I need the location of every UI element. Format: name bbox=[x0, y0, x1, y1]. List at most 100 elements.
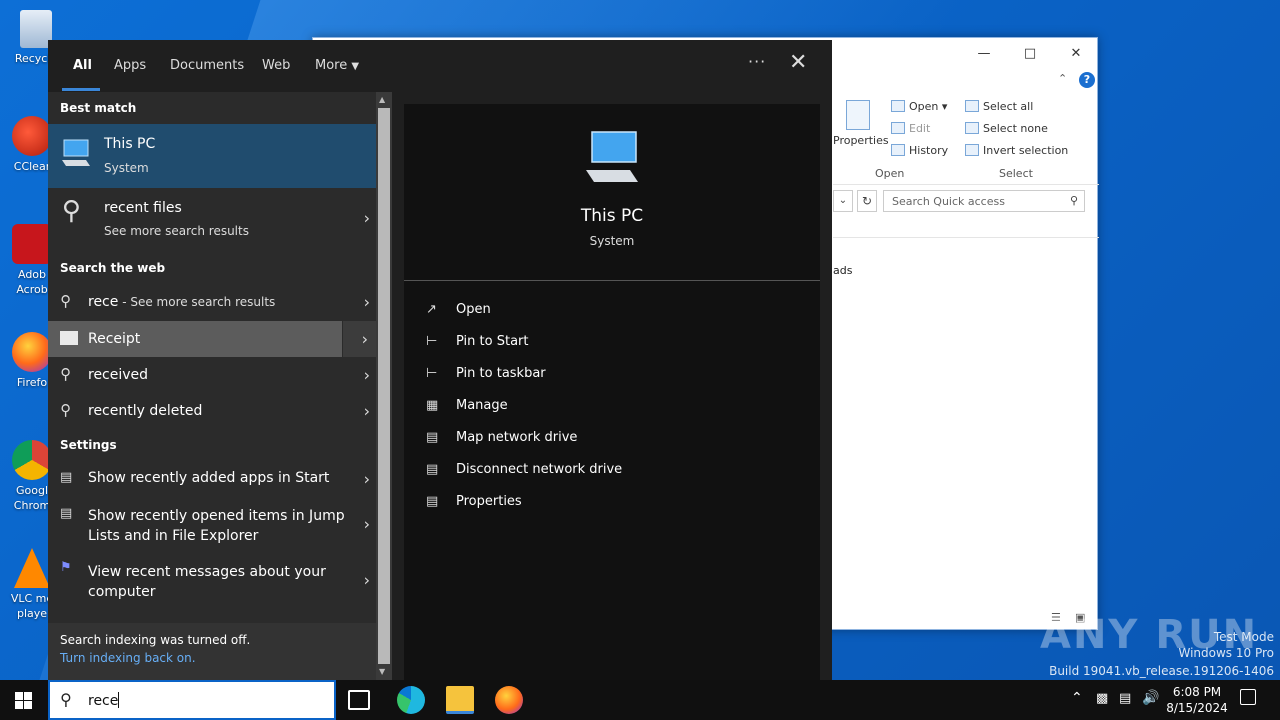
maximize-button[interactable]: □ bbox=[1007, 42, 1053, 66]
chevron-down-icon: ▼ bbox=[351, 61, 360, 72]
select-all-icon bbox=[965, 100, 979, 112]
clock-date: 8/15/2024 bbox=[1166, 701, 1228, 715]
disconnect-drive-icon: ▤ bbox=[426, 462, 439, 477]
network-drive-icon: ▤ bbox=[426, 430, 439, 445]
properties-icon: ▤ bbox=[426, 494, 439, 509]
scroll-down-icon[interactable]: ▼ bbox=[379, 667, 385, 676]
properties-button[interactable]: Properties bbox=[833, 100, 889, 147]
web-result-query: rece bbox=[88, 294, 119, 310]
ccleaner-icon bbox=[12, 116, 52, 156]
edit-button[interactable]: Edit bbox=[891, 122, 930, 135]
preview-pane: This PC System ↗ Open ⊢ Pin to Start ⊢ P… bbox=[404, 104, 820, 680]
history-button[interactable]: History bbox=[891, 144, 948, 157]
flag-icon: ⚑ bbox=[60, 560, 72, 575]
select-none-button[interactable]: Select none bbox=[965, 122, 1048, 135]
active-tab-indicator bbox=[62, 88, 100, 91]
watermark-line3: Build 19041.vb_release.191206-1406 bbox=[1049, 664, 1274, 678]
select-none-icon bbox=[965, 122, 979, 134]
open-button[interactable]: Open ▾ bbox=[891, 100, 947, 113]
search-icon: ⚲ bbox=[60, 401, 71, 419]
taskbar: ⚲ rece ⌃ ▩ ▤ 🔊 6:08 PM 8/15/2024 bbox=[0, 680, 1280, 720]
show-hidden-icons[interactable]: ⌃ bbox=[1071, 690, 1083, 706]
web-result-rece[interactable]: ⚲ rece - See more search results › bbox=[48, 284, 376, 320]
pin-icon: ⊢ bbox=[426, 334, 438, 349]
chevron-right-icon: › bbox=[363, 208, 370, 228]
firefox-icon[interactable] bbox=[495, 686, 523, 714]
best-match-subtitle: System bbox=[104, 161, 149, 175]
system-clock[interactable]: 6:08 PM 8/15/2024 bbox=[1162, 684, 1232, 716]
edit-label: Edit bbox=[909, 122, 931, 135]
preview-subtitle: System bbox=[589, 234, 635, 248]
clock-time: 6:08 PM bbox=[1172, 685, 1222, 699]
best-match-this-pc[interactable]: This PC System bbox=[48, 124, 376, 188]
tab-more[interactable]: More ▼ bbox=[315, 58, 359, 73]
action-label: Open bbox=[456, 302, 491, 317]
chevron-right-icon: › bbox=[361, 329, 368, 349]
search-panel: All Apps Documents Web More ▼ ··· ✕ Best… bbox=[48, 40, 832, 680]
taskbar-search-input[interactable]: ⚲ rece bbox=[48, 680, 336, 720]
scroll-thumb[interactable] bbox=[378, 108, 390, 664]
settings-result-recent-apps[interactable]: ▤ Show recently added apps in Start › bbox=[48, 462, 376, 496]
tab-all[interactable]: All bbox=[73, 58, 92, 73]
web-result-receipt[interactable]: Receipt › bbox=[48, 321, 376, 357]
settings-result-text: Show recently added apps in Start bbox=[88, 470, 330, 486]
chrome-icon bbox=[12, 440, 52, 480]
web-result-received[interactable]: ⚲ received › bbox=[48, 357, 376, 393]
close-icon[interactable]: ✕ bbox=[789, 50, 807, 75]
tab-apps[interactable]: Apps bbox=[114, 58, 146, 73]
more-options-icon[interactable]: ··· bbox=[748, 52, 766, 71]
start-button[interactable] bbox=[0, 680, 48, 720]
recent-files-subtitle: See more search results bbox=[104, 224, 249, 238]
scroll-up-icon[interactable]: ▲ bbox=[379, 95, 385, 104]
indexing-notice-text: Search indexing was turned off. bbox=[60, 633, 251, 647]
edge-icon[interactable] bbox=[397, 686, 425, 714]
web-result-recently-deleted[interactable]: ⚲ recently deleted › bbox=[48, 393, 376, 429]
action-label: Properties bbox=[456, 494, 522, 509]
recent-files-title: recent files bbox=[104, 200, 182, 216]
properties-label: Properties bbox=[833, 134, 889, 147]
section-search-web: Search the web bbox=[60, 261, 166, 275]
tab-web[interactable]: Web bbox=[262, 58, 290, 73]
action-label: Manage bbox=[456, 398, 508, 413]
collapse-ribbon-icon[interactable]: ⌃ bbox=[1058, 72, 1067, 85]
network-icon[interactable]: ▤ bbox=[1119, 691, 1131, 706]
volume-icon[interactable]: 🔊 bbox=[1142, 690, 1159, 706]
indexing-notice: Search indexing was turned off. Turn ind… bbox=[48, 623, 376, 680]
refresh-icon[interactable]: ↻ bbox=[857, 190, 877, 212]
text-caret bbox=[118, 692, 120, 708]
notifications-icon[interactable] bbox=[1240, 689, 1256, 705]
preview-title: This PC bbox=[580, 206, 644, 226]
turn-indexing-on-link[interactable]: Turn indexing back on. bbox=[60, 651, 364, 665]
tab-documents[interactable]: Documents bbox=[170, 58, 244, 73]
chevron-right-icon: › bbox=[363, 469, 370, 489]
best-match-title: This PC bbox=[104, 136, 156, 152]
task-view-icon[interactable] bbox=[348, 690, 370, 710]
settings-result-recent-items[interactable]: ▤ Show recently opened items in Jump Lis… bbox=[48, 498, 376, 550]
web-result-suffix: - See more search results bbox=[118, 295, 276, 309]
file-explorer-icon[interactable] bbox=[446, 686, 474, 714]
search-query-text: rece bbox=[88, 693, 119, 709]
tab-more-label: More bbox=[315, 58, 348, 73]
history-label: History bbox=[909, 144, 949, 157]
receipt-expand-button[interactable] bbox=[342, 321, 376, 357]
results-scrollbar[interactable]: ▲ ▼ bbox=[376, 92, 392, 680]
action-label: Pin to taskbar bbox=[456, 366, 546, 381]
web-result-text: rece - See more search results bbox=[88, 294, 275, 310]
device-icon[interactable]: ▩ bbox=[1096, 691, 1108, 706]
downloads-item-fragment[interactable]: ads bbox=[833, 264, 852, 277]
firefox-icon bbox=[12, 332, 52, 372]
settings-result-recent-messages[interactable]: ⚑ View recent messages about your comput… bbox=[48, 554, 376, 606]
web-result-text: recently deleted bbox=[88, 403, 203, 419]
open-icon: ↗ bbox=[426, 302, 437, 317]
help-icon[interactable]: ? bbox=[1079, 72, 1095, 88]
minimize-button[interactable]: — bbox=[961, 42, 1007, 66]
address-dropdown[interactable]: ⌄ bbox=[833, 190, 853, 212]
search-quick-access-input[interactable]: Search Quick access ⚲ bbox=[883, 190, 1085, 212]
invert-selection-button[interactable]: Invert selection bbox=[965, 144, 1068, 157]
web-result-text: Receipt bbox=[88, 331, 141, 347]
close-button[interactable]: ✕ bbox=[1053, 42, 1099, 66]
invert-selection-icon bbox=[965, 144, 979, 156]
search-placeholder: Search Quick access bbox=[892, 195, 1005, 208]
recent-files-result[interactable]: ⚲ recent files See more search results › bbox=[48, 188, 376, 248]
select-all-button[interactable]: Select all bbox=[965, 100, 1033, 113]
